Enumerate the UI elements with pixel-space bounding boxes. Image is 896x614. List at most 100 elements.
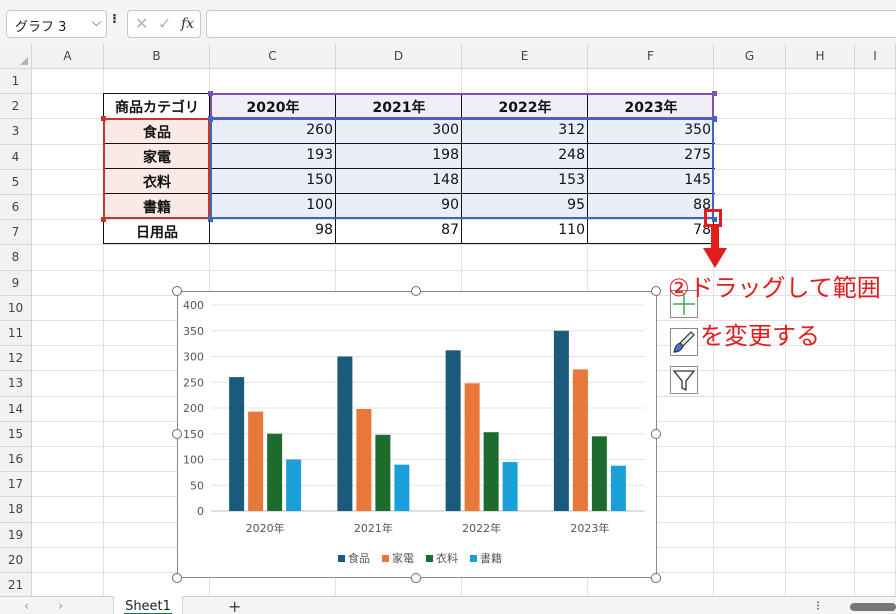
sheet-tabs-bar: ‹ › Sheet1 + ⁝ — [0, 596, 896, 614]
more-options-icon[interactable]: ⁝ — [816, 599, 820, 614]
gridline-horizontal — [32, 244, 896, 246]
check-icon[interactable]: ✓ — [158, 14, 171, 33]
series-name-range — [210, 93, 714, 119]
column-header-e[interactable]: E — [462, 44, 588, 69]
row-header-1[interactable]: 1 — [0, 69, 32, 95]
bar-食品-2020年 — [229, 377, 245, 511]
chart-resize-handle[interactable] — [651, 573, 661, 583]
cancel-icon[interactable]: ✕ — [135, 14, 148, 33]
value-cell[interactable]: 98 — [210, 222, 333, 238]
bar-食品-2022年 — [445, 350, 461, 511]
column-header-g[interactable]: G — [714, 44, 786, 69]
row-header-17[interactable]: 17 — [0, 472, 32, 498]
annotation-line-2: を変更する — [700, 322, 820, 350]
select-all-button[interactable] — [0, 44, 32, 69]
column-chart: 0 50 100 150 200 250 300 350 400 2020年 2021年 2022年 2… — [183, 299, 644, 565]
chart-resize-handle[interactable] — [172, 573, 182, 583]
formula-input[interactable] — [206, 10, 896, 38]
row-header-7[interactable]: 7 — [0, 220, 32, 246]
more-options-icon[interactable]: ⁝ — [112, 12, 117, 27]
legend-swatch — [382, 555, 389, 562]
bar-家電-2020年 — [248, 411, 264, 511]
chevron-down-icon[interactable]: ⌵ — [92, 15, 101, 30]
chart-area[interactable]: 0 50 100 150 200 250 300 350 400 2020年 2021年 2022年 2… — [177, 291, 657, 578]
selection-handle[interactable] — [712, 116, 717, 121]
legend-label: 家電 — [392, 551, 414, 565]
bar-書籍-2022年 — [502, 462, 518, 511]
table-border — [104, 243, 715, 244]
row-header-10[interactable]: 10 — [0, 295, 32, 321]
selection-handle[interactable] — [208, 91, 213, 96]
row-header-13[interactable]: 13 — [0, 371, 32, 397]
horizontal-scrollbar[interactable] — [850, 603, 896, 611]
selection-handle[interactable] — [712, 91, 717, 96]
column-header-d[interactable]: D — [336, 44, 462, 69]
header-cell-category[interactable]: 商品カテゴリ — [104, 97, 210, 117]
bar-家電-2021年 — [356, 409, 372, 511]
add-sheet-button[interactable]: + — [228, 597, 241, 614]
row-header-8[interactable]: 8 — [0, 245, 32, 271]
row-header-4[interactable]: 4 — [0, 144, 32, 170]
chart-filters-button[interactable] — [670, 366, 698, 394]
arrow-down-icon — [703, 226, 727, 268]
chart-resize-handle[interactable] — [411, 573, 421, 583]
y-tick-label: 150 — [183, 428, 204, 441]
row-header-19[interactable]: 19 — [0, 522, 32, 548]
row-header-20[interactable]: 20 — [0, 547, 32, 573]
column-header-f[interactable]: F — [588, 44, 714, 69]
y-tick-label: 300 — [183, 351, 204, 364]
insert-function-icon[interactable]: fx — [181, 16, 194, 32]
x-tick-label: 2022年 — [462, 521, 501, 535]
legend-label: 食品 — [348, 551, 370, 565]
selection-handle[interactable] — [208, 116, 213, 121]
chart-resize-handle[interactable] — [651, 429, 661, 439]
column-header-i[interactable]: I — [855, 44, 896, 69]
drag-handle-highlight — [704, 209, 722, 227]
values-range — [210, 118, 714, 219]
row-header-18[interactable]: 18 — [0, 497, 32, 523]
row-header-3[interactable]: 3 — [0, 119, 32, 145]
row-header-9[interactable]: 9 — [0, 270, 32, 296]
selection-handle[interactable] — [101, 217, 106, 222]
value-cell[interactable]: 78 — [588, 222, 711, 238]
selection-handle[interactable] — [101, 116, 106, 121]
y-tick-label: 250 — [183, 376, 204, 389]
chart-styles-button[interactable] — [670, 328, 698, 356]
excel-window: グラフ 3 ⌵ ⁝ ✕ ✓ fx A B C D E F G H I 1 2 3 4 5 6 7 8 9 10 11 1… — [0, 0, 896, 614]
column-header-h[interactable]: H — [786, 44, 855, 69]
name-box[interactable]: グラフ 3 ⌵ — [6, 10, 107, 38]
gridline-horizontal — [32, 219, 896, 221]
chart-resize-handle[interactable] — [172, 429, 182, 439]
row-header-12[interactable]: 12 — [0, 346, 32, 372]
column-header-a[interactable]: A — [32, 44, 104, 69]
column-header-b[interactable]: B — [104, 44, 210, 69]
chart-resize-handle[interactable] — [411, 286, 421, 296]
value-cell[interactable]: 110 — [462, 222, 585, 238]
bar-食品-2021年 — [337, 356, 353, 511]
annotation-line-1: ②ドラッグして範囲 — [668, 274, 881, 302]
row-header-11[interactable]: 11 — [0, 321, 32, 347]
chevron-left-icon[interactable]: ‹ — [24, 599, 29, 614]
column-header-c[interactable]: C — [210, 44, 336, 69]
bar-衣料-2020年 — [267, 433, 283, 511]
bar-食品-2023年 — [553, 330, 569, 511]
selection-handle[interactable] — [208, 217, 213, 222]
row-header-15[interactable]: 15 — [0, 421, 32, 447]
chart-resize-handle[interactable] — [172, 286, 182, 296]
chevron-right-icon[interactable]: › — [58, 599, 63, 614]
row-header-6[interactable]: 6 — [0, 195, 32, 221]
category-cell[interactable]: 日用品 — [104, 222, 210, 242]
row-header-14[interactable]: 14 — [0, 396, 32, 422]
bar-書籍-2021年 — [394, 464, 410, 511]
tab-sheet1[interactable]: Sheet1 — [113, 596, 183, 614]
bar-衣料-2023年 — [591, 436, 607, 511]
name-box-value: グラフ 3 — [15, 20, 67, 35]
bar-家電-2022年 — [464, 383, 480, 511]
chart-resize-handle[interactable] — [651, 286, 661, 296]
row-header-16[interactable]: 16 — [0, 447, 32, 473]
row-header-21[interactable]: 21 — [0, 573, 32, 599]
row-header-2[interactable]: 2 — [0, 94, 32, 120]
legend-label: 書籍 — [480, 551, 502, 565]
row-header-5[interactable]: 5 — [0, 169, 32, 195]
value-cell[interactable]: 87 — [336, 222, 459, 238]
